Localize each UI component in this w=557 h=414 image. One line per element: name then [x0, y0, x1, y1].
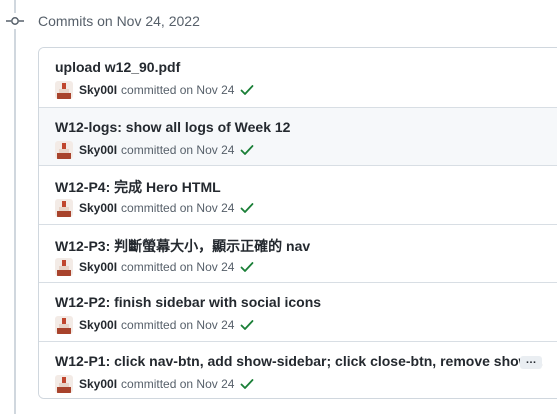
user-avatar[interactable] — [55, 81, 73, 99]
commit-date-text: committed on Nov 24 — [121, 201, 235, 215]
check-icon[interactable] — [239, 376, 255, 392]
commit-author-link[interactable]: Sky00I — [79, 83, 117, 97]
commit-author-link[interactable]: Sky00I — [79, 318, 117, 332]
commit-row: W12-P1: click nav-btn, add show-sidebar;… — [39, 340, 557, 398]
commit-date-text: committed on Nov 24 — [121, 83, 235, 97]
commit-meta: Sky00I committed on Nov 24 — [55, 81, 255, 99]
check-icon[interactable] — [239, 317, 255, 333]
commit-title-link[interactable]: W12-P4: 完成 Hero HTML — [55, 177, 221, 197]
commit-date-text: committed on Nov 24 — [121, 142, 235, 157]
user-avatar[interactable] — [55, 316, 73, 334]
user-avatar[interactable] — [55, 140, 73, 159]
expand-message-button[interactable]: … — [520, 354, 542, 369]
check-icon[interactable] — [239, 82, 255, 98]
commit-row: W12-P2: finish sidebar with social icons… — [39, 282, 557, 341]
commit-date-text: committed on Nov 24 — [121, 376, 235, 391]
commit-row: W12-P4: 完成 Hero HTML Sky00I committed on… — [39, 165, 557, 224]
commit-group-header: Commits on Nov 24, 2022 — [0, 8, 557, 34]
commit-author-link[interactable]: Sky00I — [79, 143, 117, 157]
check-icon[interactable] — [239, 142, 255, 158]
commit-row: W12-logs: show all logs of Week 12 Sky00… — [39, 106, 557, 165]
check-icon[interactable] — [239, 200, 255, 216]
commit-meta: Sky00I committed on Nov 24 — [55, 374, 255, 393]
commit-author-link[interactable]: Sky00I — [79, 377, 117, 391]
user-avatar[interactable] — [55, 374, 73, 393]
commit-title-link[interactable]: upload w12_90.pdf — [55, 59, 180, 75]
commit-row: upload w12_90.pdf Sky00I committed on No… — [39, 48, 557, 107]
commit-meta: Sky00I committed on Nov 24 — [55, 316, 255, 334]
commit-meta: Sky00I committed on Nov 24 — [55, 140, 255, 159]
commit-title-link[interactable]: W12-P3: 判斷螢幕大小，顯示正確的 nav — [55, 236, 310, 256]
commit-meta: Sky00I committed on Nov 24 — [55, 199, 255, 217]
commit-title-link[interactable]: W12-P1: click nav-btn, add show-sidebar;… — [55, 353, 544, 369]
commit-date-text: committed on Nov 24 — [121, 259, 235, 274]
check-icon[interactable] — [239, 259, 255, 275]
user-avatar[interactable] — [55, 257, 73, 276]
git-commit-icon — [6, 13, 24, 29]
commit-row: W12-P3: 判斷螢幕大小，顯示正確的 nav Sky00I committe… — [39, 223, 557, 282]
commit-group-title: Commits on Nov 24, 2022 — [38, 13, 200, 29]
commit-author-link[interactable]: Sky00I — [79, 201, 117, 215]
commit-meta: Sky00I committed on Nov 24 — [55, 257, 255, 276]
commit-title-link[interactable]: W12-logs: show all logs of Week 12 — [55, 119, 290, 135]
commit-author-link[interactable]: Sky00I — [79, 260, 117, 274]
commits-page: Commits on Nov 24, 2022 upload w12_90.pd… — [0, 0, 557, 414]
user-avatar[interactable] — [55, 199, 73, 217]
commit-title-link[interactable]: W12-P2: finish sidebar with social icons — [55, 294, 321, 310]
commit-list: upload w12_90.pdf Sky00I committed on No… — [38, 47, 557, 399]
timeline-line — [14, 0, 16, 414]
commit-date-text: committed on Nov 24 — [121, 318, 235, 332]
